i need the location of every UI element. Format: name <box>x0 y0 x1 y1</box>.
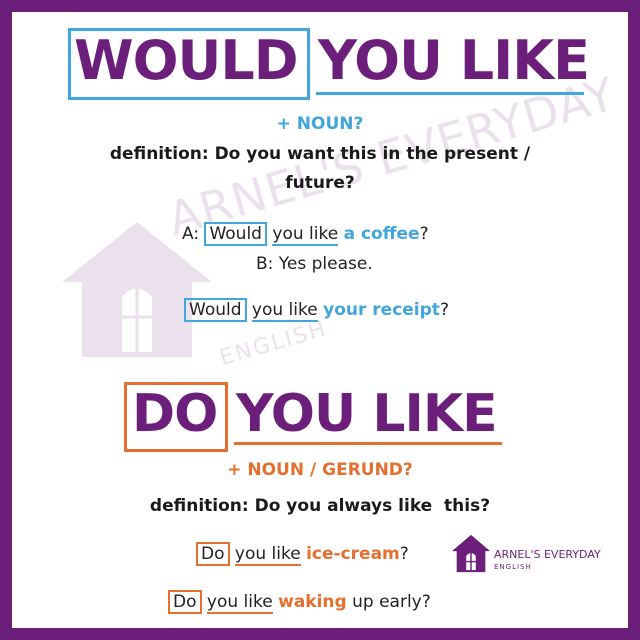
qmark: ? <box>439 300 449 320</box>
rest-text: up early? <box>352 592 431 612</box>
highlight-coffee: a coffee <box>343 224 420 244</box>
speaker-a: A: <box>182 224 200 244</box>
grammar-2: + NOUN / GERUND? <box>227 460 413 480</box>
definition-2: definition: Do you always like this? <box>149 496 491 516</box>
grammar-1: + NOUN? <box>276 114 364 134</box>
would-word: Would <box>204 222 267 246</box>
highlight-receipt: your receipt <box>323 300 440 320</box>
definition-1-line2: future? <box>285 173 355 193</box>
you-like: you like <box>272 224 339 246</box>
qmark: ? <box>399 544 409 564</box>
poster: ARNEL'S EVERYDAY ENGLISH WOULD YOU LIKE … <box>0 0 640 640</box>
example-1a: A: Would you like a coffee? <box>182 222 429 246</box>
example-1b: B: Yes please. <box>256 254 373 274</box>
title-underline-2 <box>234 442 502 445</box>
highlight-ice-cream: ice-cream <box>306 544 400 564</box>
example-2b: Do you like waking up early? <box>168 590 431 614</box>
house-logo-icon <box>451 534 491 573</box>
you-like: you like <box>206 592 273 614</box>
title-you-like-1: YOU LIKE <box>318 29 590 92</box>
do-word: Do <box>196 542 230 566</box>
brand-logo: ARNEL'S EVERYDAY ENGLISH <box>450 532 620 578</box>
definition-1-line1: definition: Do you want this in the pres… <box>109 144 531 164</box>
example-1c: Would you like your receipt? <box>184 298 449 322</box>
title-you-like-2: YOU LIKE <box>236 384 498 444</box>
you-like: you like <box>234 544 301 566</box>
you-like: you like <box>251 300 318 322</box>
title-underline-1 <box>316 92 584 95</box>
would-word: Would <box>184 298 247 322</box>
qmark: ? <box>419 224 429 244</box>
logo-name: ARNEL'S EVERYDAY <box>494 548 601 561</box>
title-would: WOULD <box>74 29 299 92</box>
highlight-waking: waking <box>278 592 347 612</box>
do-word: Do <box>168 590 202 614</box>
title-do: DO <box>132 384 218 444</box>
watermark-sub: ENGLISH <box>217 316 331 372</box>
example-2a: Do you like ice-cream? <box>196 542 409 566</box>
logo-sub: ENGLISH <box>494 563 532 571</box>
